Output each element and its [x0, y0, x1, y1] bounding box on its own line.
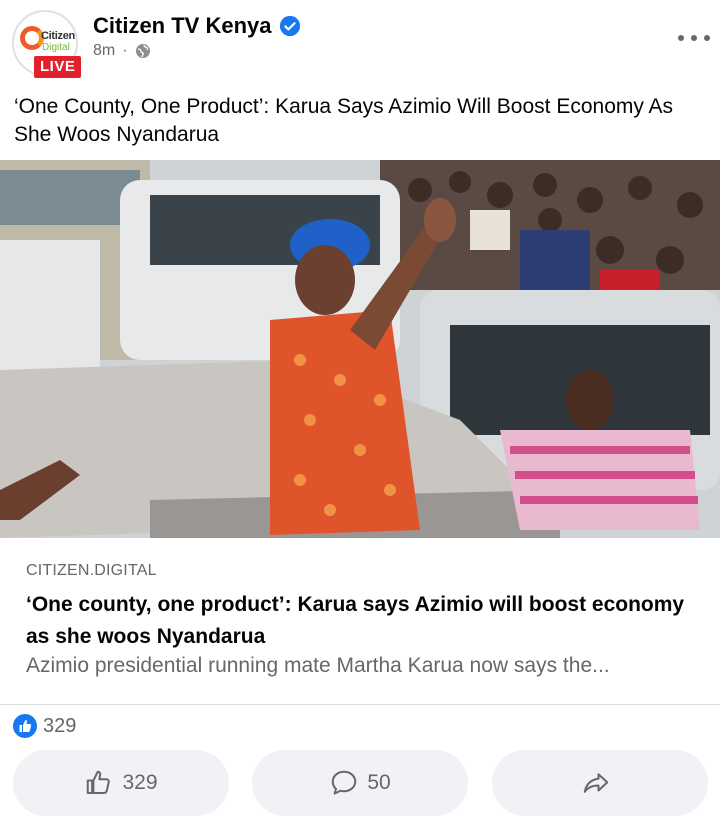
page-name[interactable]: Citizen TV Kenya [93, 13, 271, 39]
post-photo[interactable] [0, 160, 720, 538]
share-icon [583, 773, 609, 793]
live-badge: LIVE [34, 56, 82, 78]
post-header: Citizen Digital LIVE Citizen TV Kenya 8m… [0, 0, 720, 84]
link-domain: CITIZEN.DIGITAL [26, 562, 157, 579]
share-button[interactable] [492, 750, 708, 816]
page-name-link[interactable]: Citizen TV Kenya [93, 13, 301, 39]
more-options-icon[interactable] [678, 30, 710, 46]
thumbs-up-icon [87, 770, 111, 794]
meta-separator: · [122, 42, 128, 59]
reaction-count: 329 [43, 714, 77, 737]
avatar-logo-line2: Digital [42, 42, 70, 53]
reaction-summary[interactable]: 329 [13, 713, 76, 739]
like-reaction-icon [13, 714, 37, 738]
link-description: Azimio presidential running mate Martha … [26, 654, 610, 677]
post-timestamp[interactable]: 8m [93, 42, 115, 60]
photo-illustration [0, 160, 720, 538]
post-text: ‘One County, One Product’: Karua Says Az… [14, 95, 674, 146]
comment-button[interactable]: 50 [252, 750, 468, 816]
page-avatar[interactable]: Citizen Digital LIVE [12, 10, 82, 78]
like-count: 329 [122, 771, 158, 794]
avatar-logo-line1: Citizen [41, 30, 75, 42]
link-preview[interactable]: CITIZEN.DIGITAL ‘One county, one product… [0, 538, 720, 705]
like-button[interactable]: 329 [13, 750, 229, 816]
comment-count: 50 [367, 771, 391, 794]
comment-icon [332, 770, 357, 795]
link-title[interactable]: ‘One county, one product’: Karua says Az… [26, 589, 696, 653]
post-meta: 8m · [93, 42, 151, 60]
verified-badge-icon [280, 15, 301, 37]
globe-icon [135, 44, 150, 58]
